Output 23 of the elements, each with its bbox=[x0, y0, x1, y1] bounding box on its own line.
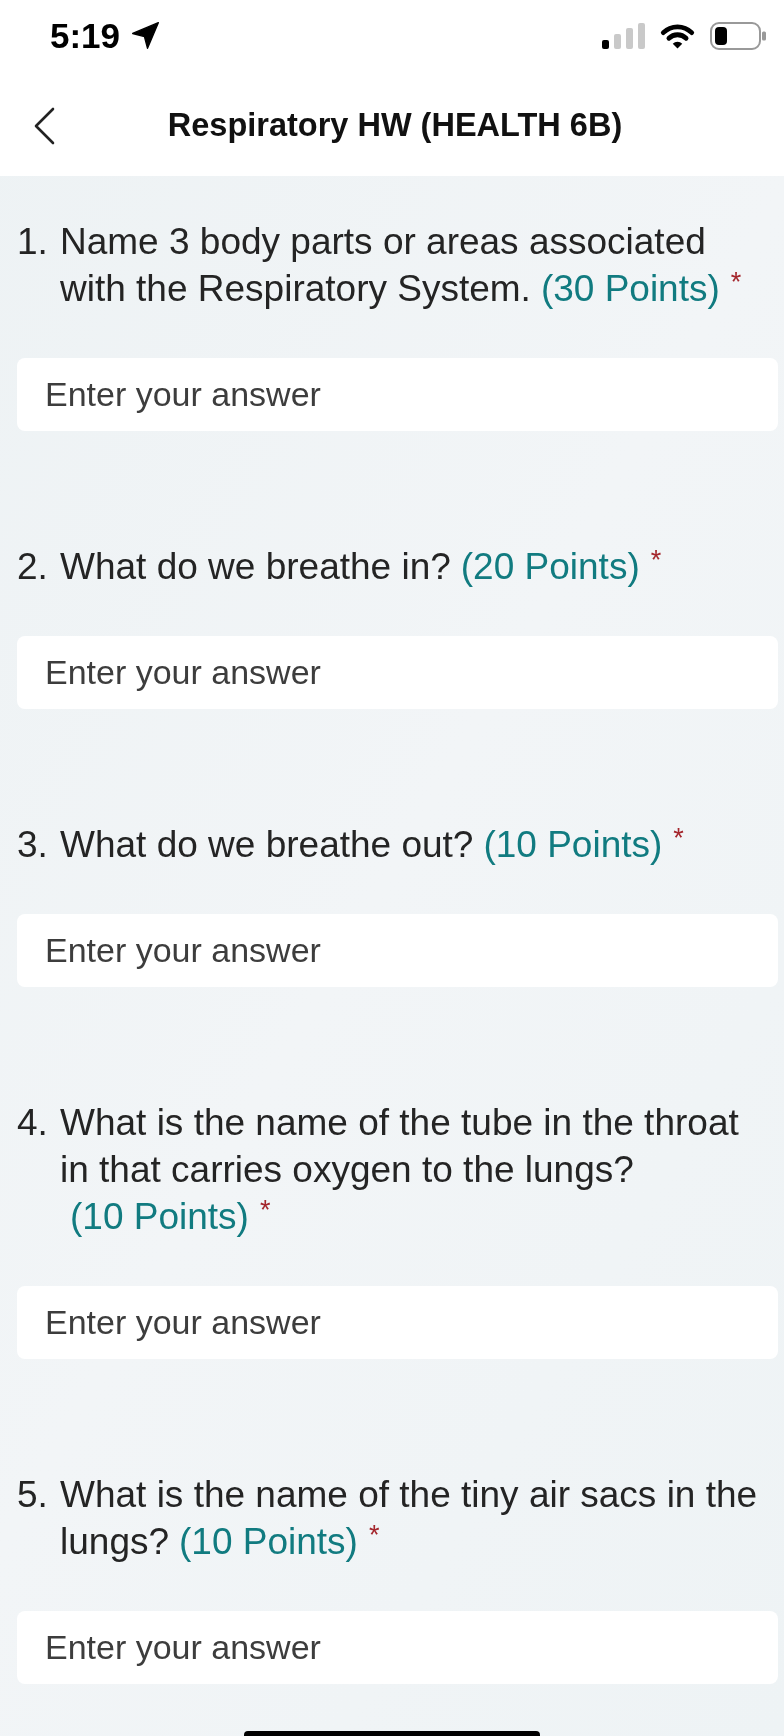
chevron-left-icon bbox=[33, 106, 55, 145]
question-number: 4. bbox=[17, 1101, 49, 1145]
wifi-icon bbox=[659, 22, 696, 49]
question-text: What is the name of the tiny air sacs in the lungs? (10 Points) * bbox=[60, 1473, 759, 1564]
question-text: Name 3 body parts or areas associated with the Respiratory System. (30 Points) * bbox=[60, 220, 743, 311]
question-text: What is the name of the tube in the throat in that carries oxygen to the lungs? (10 Points) * bbox=[60, 1101, 740, 1239]
battery-icon bbox=[710, 21, 766, 50]
question-number: 2. bbox=[17, 545, 49, 589]
page-title: Respiratory HW (HEALTH 6B) bbox=[167, 107, 623, 144]
location-arrow-icon bbox=[132, 22, 160, 49]
question-number: 3. bbox=[17, 823, 49, 867]
answer-field[interactable]: Enter your answer bbox=[17, 1286, 778, 1359]
question-text: What do we breathe out? (10 Points) * bbox=[60, 822, 684, 867]
question-number: 1. bbox=[17, 220, 49, 264]
question-number: 5. bbox=[17, 1473, 49, 1517]
signal-bars-icon bbox=[602, 22, 645, 49]
back-button[interactable] bbox=[33, 106, 55, 145]
answer-field[interactable]: Enter your answer bbox=[17, 358, 778, 431]
answer-field[interactable]: Enter your answer bbox=[17, 636, 778, 709]
status-time: 5:19 bbox=[50, 18, 121, 53]
answer-field[interactable]: Enter your answer bbox=[17, 1611, 778, 1684]
question-text: What do we breathe in? (20 Points) * bbox=[60, 544, 662, 589]
answer-field[interactable]: Enter your answer bbox=[17, 914, 778, 987]
